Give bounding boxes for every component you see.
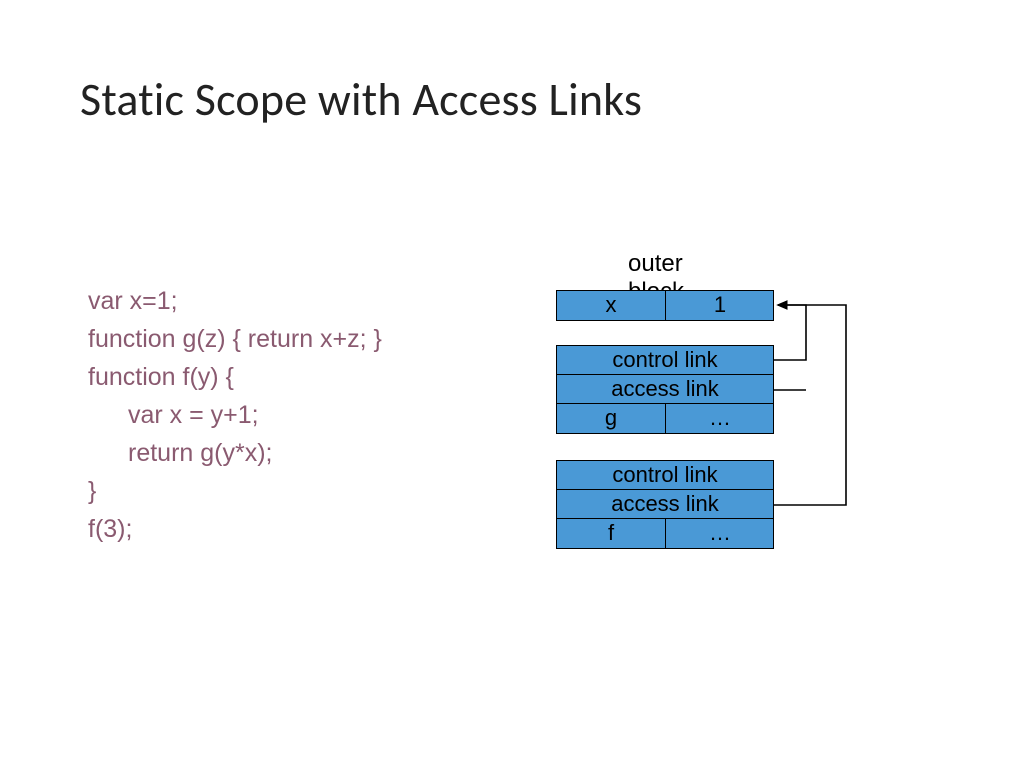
frame-row: g … [557,404,773,433]
control-link-row: control link [557,346,773,375]
code-line: } [88,477,96,505]
code-line: function g(z) { return x+z; } [88,325,382,353]
frame-g: control link access link g … [556,345,774,434]
frame-f: control link access link f … [556,460,774,549]
val-cell: … [666,519,774,548]
var-cell: f [557,519,666,548]
code-line: return g(y*x); [88,434,272,472]
code-line: f(3); [88,515,132,543]
code-line: var x = y+1; [88,396,259,434]
slide: Static Scope with Access Links var x=1; … [0,0,1024,768]
var-cell: g [557,404,666,433]
code-block: var x=1; function g(z) { return x+z; } f… [88,244,382,548]
access-link-row: access link [557,375,773,404]
page-title: Static Scope with Access Links [80,72,642,128]
frame-outer: x 1 [556,290,774,321]
code-line: function f(y) { [88,363,234,391]
val-cell: 1 [666,291,774,320]
val-cell: … [666,404,774,433]
code-line: var x=1; [88,287,178,315]
access-link-row: access link [557,490,773,519]
frame-row: f … [557,519,773,548]
frame-row: x 1 [557,291,773,320]
var-cell: x [557,291,666,320]
control-link-row: control link [557,461,773,490]
